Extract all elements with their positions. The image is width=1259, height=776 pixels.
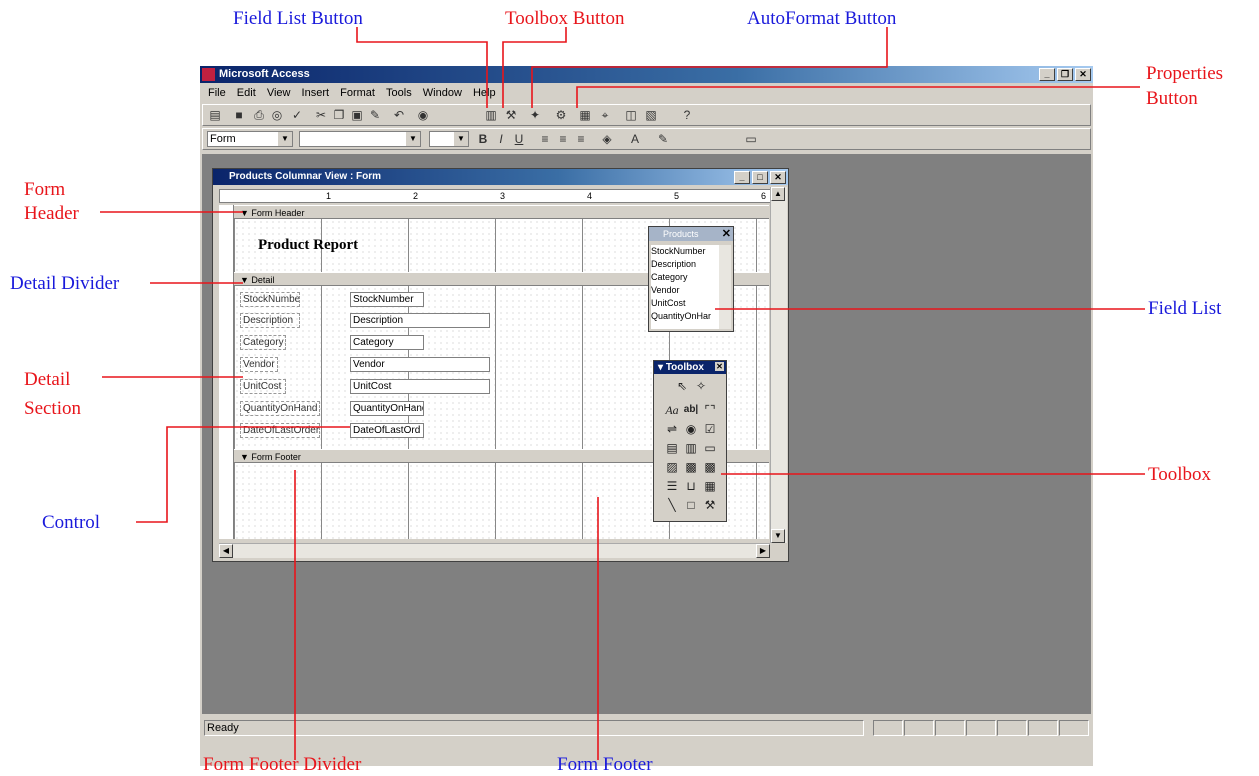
callout-detail-section-line1: Detail	[24, 369, 71, 390]
callout-form-header-line2: Header	[24, 203, 79, 224]
callout-field-list: Field List	[1148, 298, 1222, 319]
callout-properties-line1: Properties	[1146, 63, 1224, 84]
callout-field-list-button: Field List Button	[233, 8, 363, 29]
callout-form-header-line1: Form	[24, 179, 66, 200]
callout-lines	[100, 27, 1145, 760]
callout-toolbox-button: Toolbox Button	[505, 8, 625, 29]
callout-autoformat-button: AutoFormat Button	[747, 8, 897, 29]
callout-control: Control	[42, 512, 101, 533]
callout-form-footer: Form Footer	[557, 754, 653, 775]
callout-detail-section-line2: Section	[24, 398, 81, 419]
callout-toolbox: Toolbox	[1148, 464, 1212, 485]
callout-properties-line2: Button	[1146, 88, 1198, 109]
callout-form-footer-divider: Form Footer Divider	[203, 754, 362, 775]
callout-detail-divider: Detail Divider	[10, 273, 120, 294]
